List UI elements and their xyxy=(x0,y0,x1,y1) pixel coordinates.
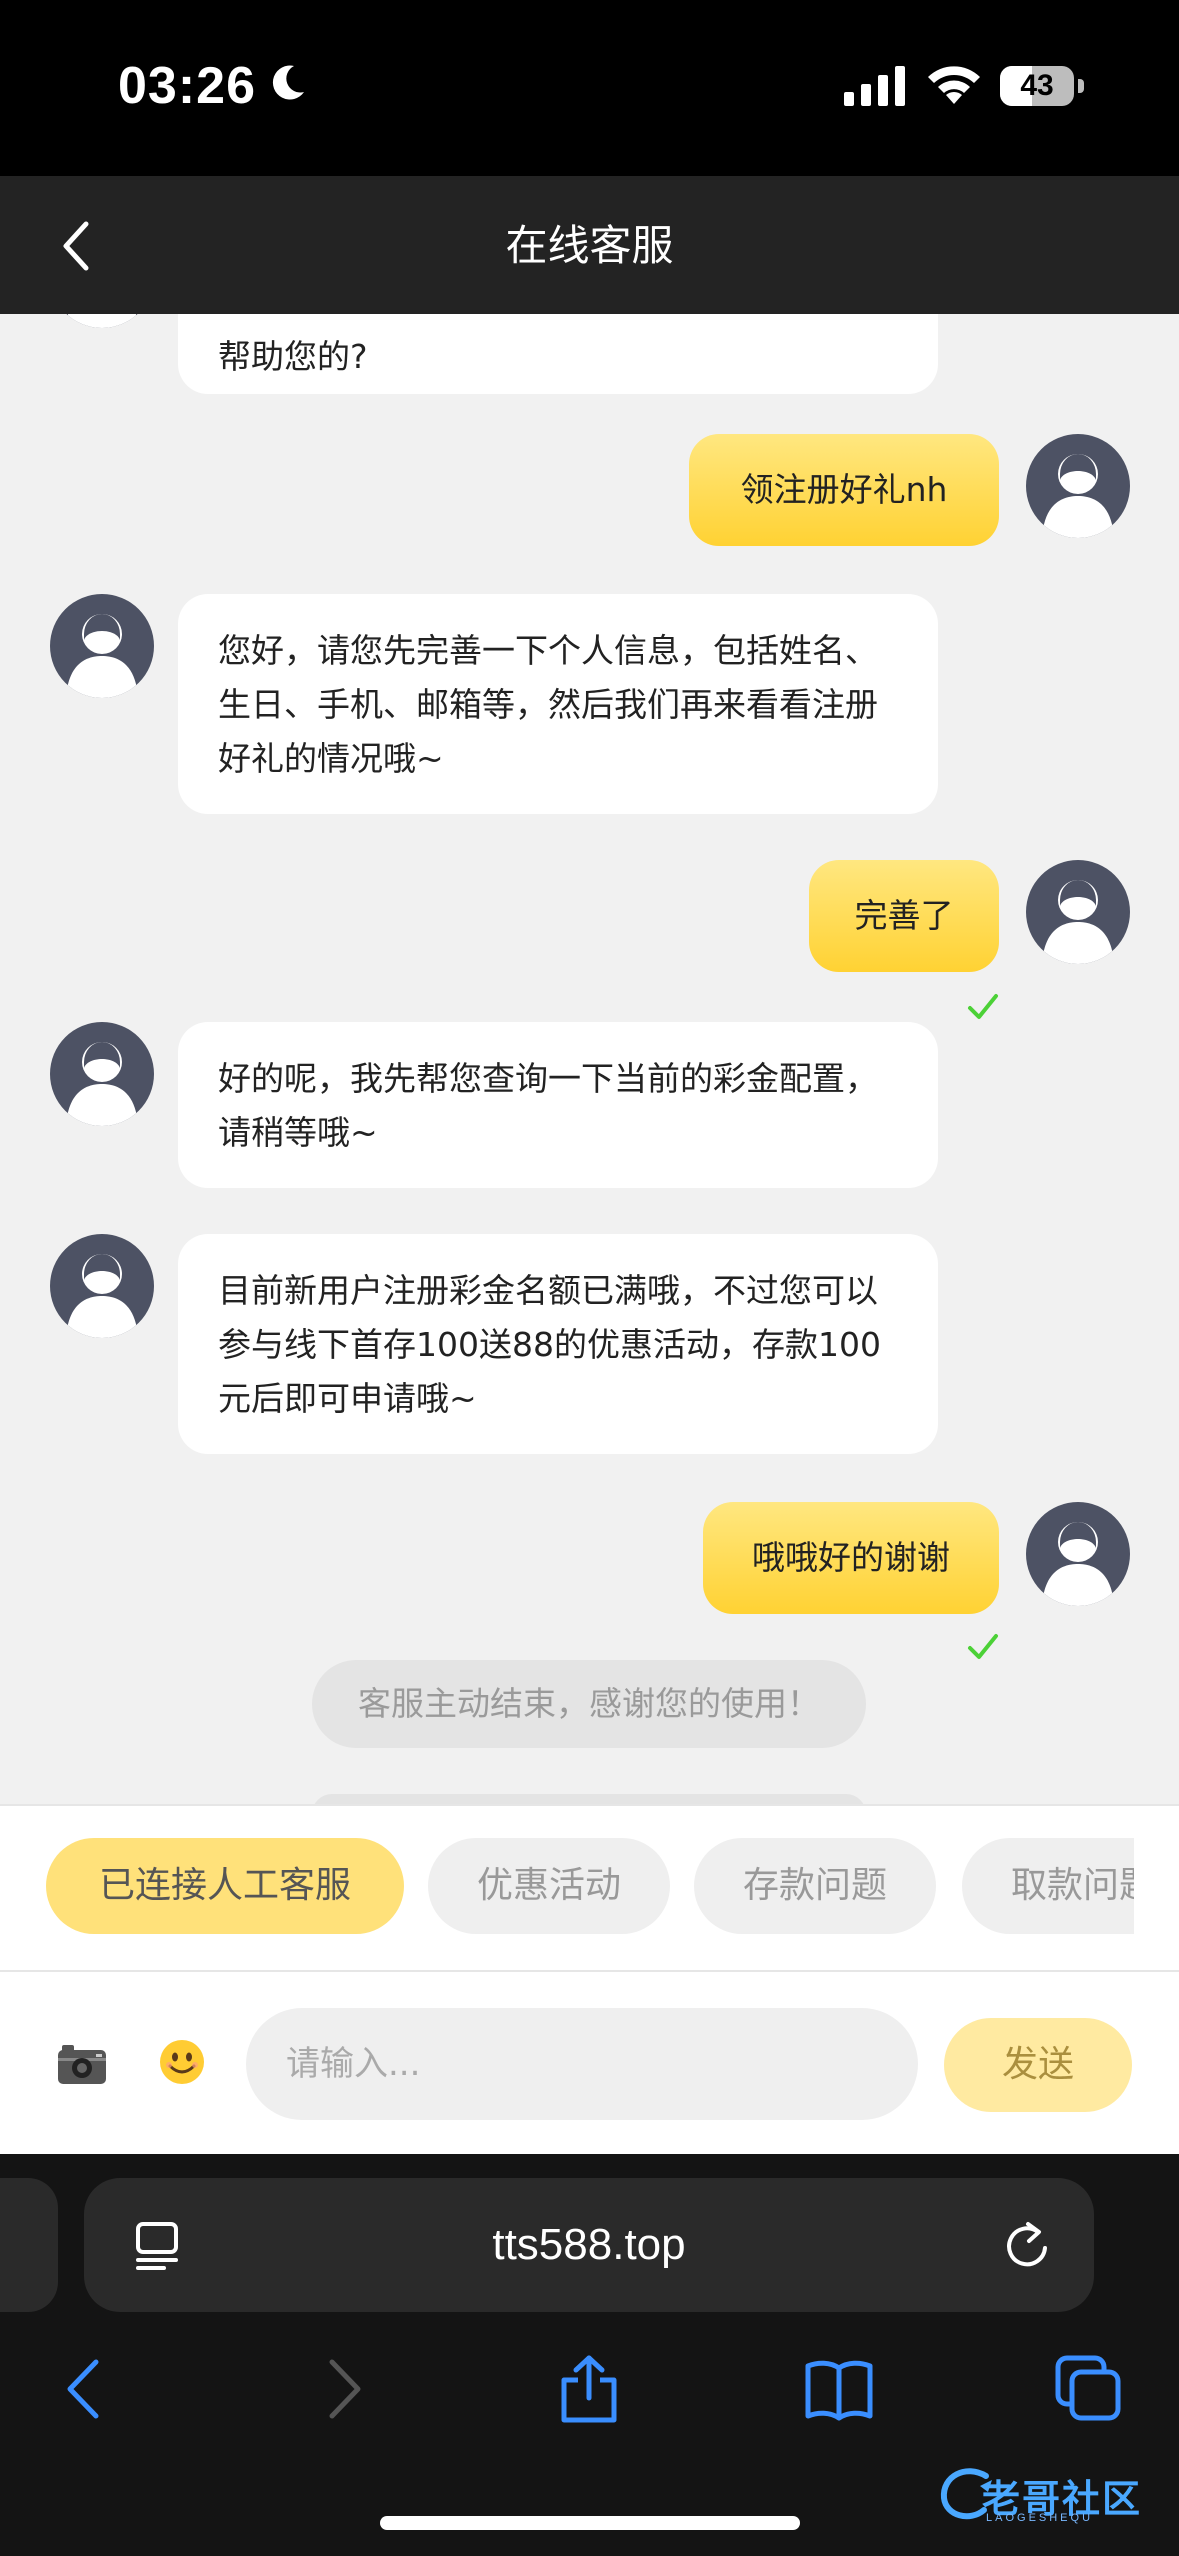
camera-icon[interactable] xyxy=(56,2042,108,2086)
battery-level: 43 xyxy=(1020,69,1054,102)
chat-area[interactable]: 帮助您的? 领注册好礼nh 您好，请您先完善一下个人信息，包括姓名、生日、手机、… xyxy=(0,314,1179,1804)
address-bar[interactable]: tts588.top xyxy=(84,2178,1094,2312)
page-title: 在线客服 xyxy=(505,221,674,270)
agent-avatar xyxy=(50,314,154,328)
message-input-bar: 请输入... 发送 xyxy=(0,1970,1179,2156)
read-check-icon xyxy=(968,994,998,1019)
quick-action-connected[interactable]: 已连接人工客服 xyxy=(46,1838,404,1934)
bookmarks-icon[interactable] xyxy=(804,2354,874,2424)
watermark-logo: 老哥社区 LAOGESHEQU xyxy=(936,2460,1166,2530)
user-avatar xyxy=(1026,1502,1130,1606)
cellular-signal-icon xyxy=(844,66,905,106)
message-text: 好的呢，我先帮您查询一下当前的彩金配置，请稍等哦~ xyxy=(218,1059,878,1152)
url-text: tts588.top xyxy=(492,2220,686,2269)
agent-message: 您好，请您先完善一下个人信息，包括姓名、生日、手机、邮箱等，然后我们再来看看注册… xyxy=(178,594,938,814)
user-message: 完善了 xyxy=(809,860,999,972)
message-text: 您好，请您先完善一下个人信息，包括姓名、生日、手机、邮箱等，然后我们再来看看注册… xyxy=(218,631,878,778)
emoji-icon[interactable] xyxy=(158,2038,206,2086)
user-avatar xyxy=(1026,434,1130,538)
moon-icon xyxy=(272,65,304,100)
previous-tab-peek[interactable] xyxy=(0,2178,58,2312)
quick-actions-edge xyxy=(1134,1806,1179,1972)
agent-avatar xyxy=(50,1234,154,1338)
home-indicator[interactable] xyxy=(380,2516,800,2530)
agent-message: 目前新用户注册彩金名额已满哦，不过您可以参与线下首存100送88的优惠活动，存款… xyxy=(178,1234,938,1454)
agent-avatar xyxy=(50,594,154,698)
quick-action-promotions[interactable]: 优惠活动 xyxy=(428,1838,670,1934)
system-notice-partial xyxy=(312,1794,866,1804)
watermark-subtext: LAOGESHEQU xyxy=(986,2512,1094,2524)
reload-icon[interactable] xyxy=(1002,2218,1052,2272)
browser-back-icon[interactable] xyxy=(52,2354,122,2424)
user-avatar xyxy=(1026,860,1130,964)
message-text: 帮助您的? xyxy=(218,337,368,376)
agent-message: 帮助您的? xyxy=(178,314,938,394)
message-input[interactable]: 请输入... xyxy=(246,2008,918,2120)
message-text: 领注册好礼nh xyxy=(740,470,948,509)
tabs-icon[interactable] xyxy=(1054,2354,1124,2424)
agent-message: 好的呢，我先帮您查询一下当前的彩金配置，请稍等哦~ xyxy=(178,1022,938,1188)
message-text: 目前新用户注册彩金名额已满哦，不过您可以参与线下首存100送88的优惠活动，存款… xyxy=(218,1271,881,1418)
status-bar: 03:26 43 xyxy=(0,0,1179,176)
status-time: 03:26 xyxy=(118,57,256,115)
quick-action-deposit[interactable]: 存款问题 xyxy=(694,1838,936,1934)
battery-icon: 43 xyxy=(1000,66,1084,106)
send-button[interactable]: 发送 xyxy=(944,2018,1132,2112)
user-message: 哦哦好的谢谢 xyxy=(703,1502,999,1614)
browser-forward-icon[interactable] xyxy=(306,2354,376,2424)
message-text: 哦哦好的谢谢 xyxy=(752,1538,950,1577)
system-notice: 客服主动结束，感谢您的使用！ xyxy=(312,1660,866,1748)
nav-bar: 在线客服 xyxy=(0,176,1179,314)
wifi-icon xyxy=(928,66,980,104)
share-icon[interactable] xyxy=(554,2354,624,2424)
read-check-icon xyxy=(968,1634,998,1659)
message-text: 完善了 xyxy=(854,896,954,935)
agent-avatar xyxy=(50,1022,154,1126)
user-message: 领注册好礼nh xyxy=(689,434,999,546)
quick-actions-bar[interactable]: 已连接人工客服 优惠活动 存款问题 取款问题 xyxy=(0,1804,1179,1972)
